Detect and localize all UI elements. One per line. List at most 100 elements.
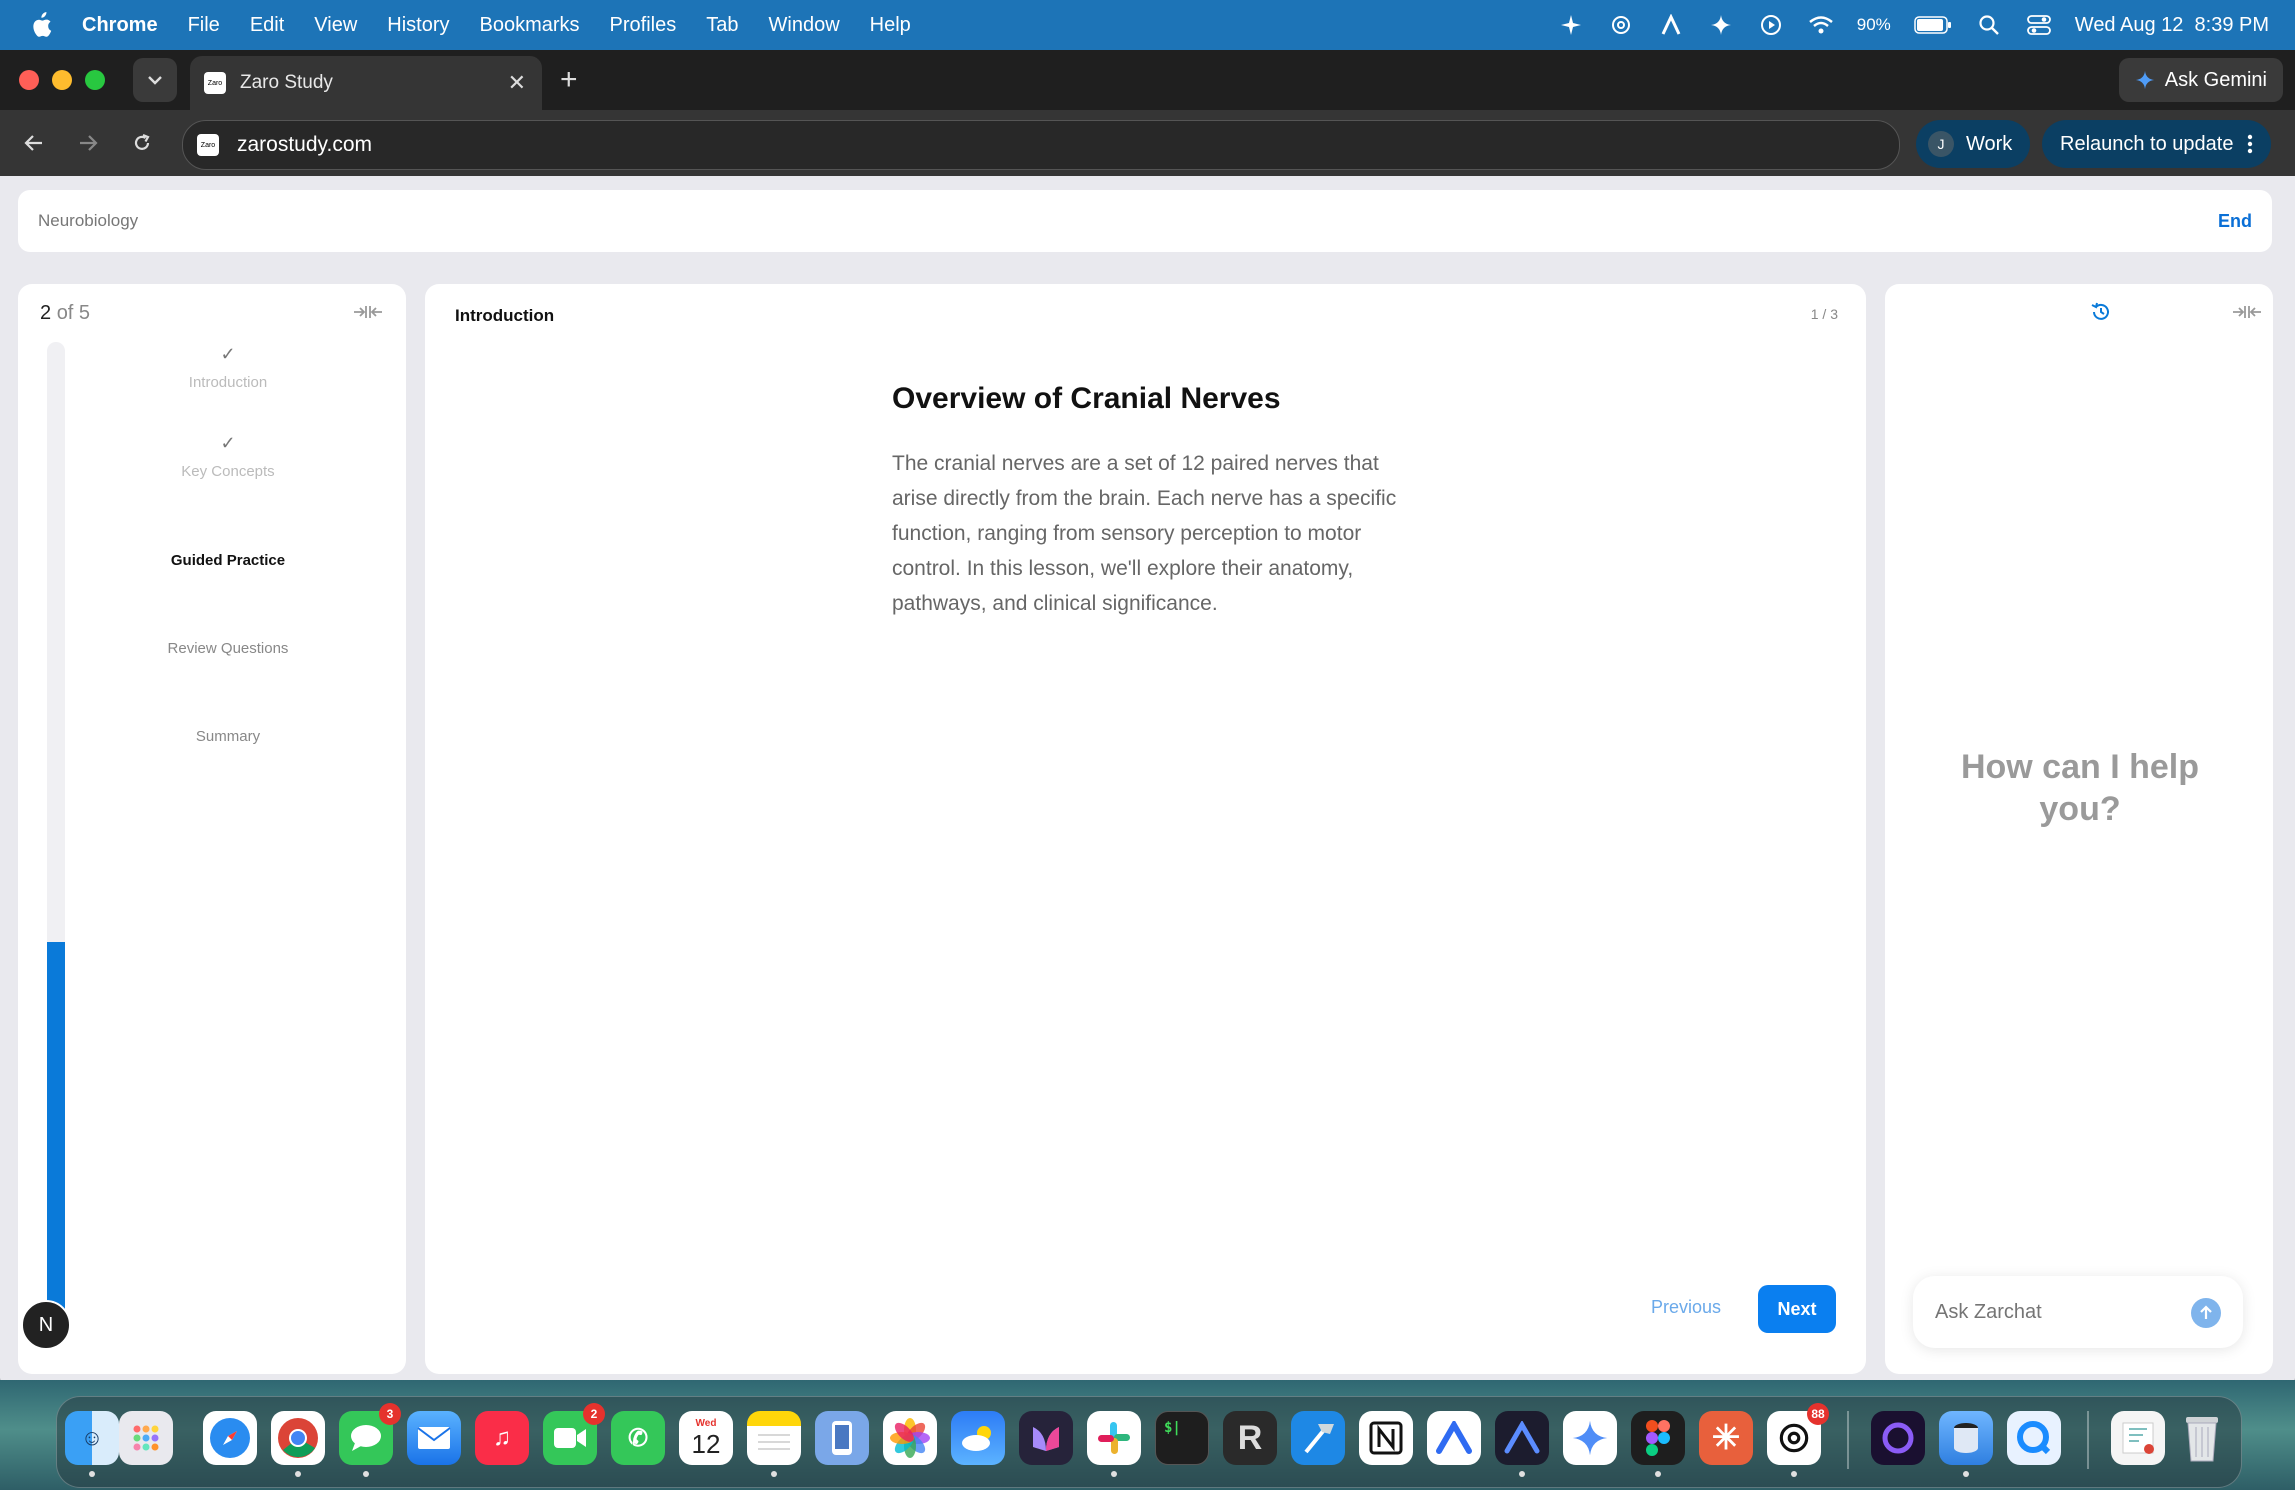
obsidian-icon[interactable] <box>1019 1411 1073 1465</box>
arc-icon[interactable] <box>1427 1411 1481 1465</box>
screen-recorder-icon[interactable] <box>1871 1411 1925 1465</box>
menu-app-name[interactable]: Chrome <box>82 14 173 37</box>
chatgpt-icon[interactable]: 88 <box>1767 1403 1829 1477</box>
previous-button[interactable]: Previous <box>1651 1297 1721 1318</box>
back-button[interactable] <box>14 123 54 163</box>
step-introduction[interactable]: ✓ Introduction <box>78 344 378 391</box>
mail-icon[interactable] <box>407 1411 461 1465</box>
wifi-icon[interactable] <box>1807 11 1835 39</box>
weather-icon[interactable] <box>951 1411 1005 1465</box>
profile-button[interactable]: J Work <box>1916 120 2031 168</box>
gemini-app-icon[interactable] <box>1563 1411 1617 1465</box>
chat-input-box <box>1913 1276 2243 1348</box>
check-placeholder <box>78 522 378 546</box>
next-button[interactable]: Next <box>1758 1285 1836 1333</box>
step-key-concepts[interactable]: ✓ Key Concepts <box>78 433 378 480</box>
simulator-icon[interactable] <box>815 1411 869 1465</box>
messages-icon[interactable]: 3 <box>339 1403 401 1477</box>
menu-profiles[interactable]: Profiles <box>595 14 692 37</box>
chrome-icon[interactable] <box>271 1411 325 1477</box>
collapse-chat-button[interactable] <box>2231 300 2263 324</box>
profile-avatar: J <box>1928 131 1954 157</box>
lesson-heading: Overview of Cranial Nerves <box>892 382 1281 415</box>
menu-window[interactable]: Window <box>754 14 855 37</box>
tab-zaro-study[interactable]: Zaro Zaro Study ✕ <box>190 56 542 110</box>
step-review-questions[interactable]: Review Questions <box>78 610 378 657</box>
dock-separator <box>2087 1411 2089 1469</box>
menu-help[interactable]: Help <box>855 14 926 37</box>
spotlight-search-icon[interactable] <box>1975 11 2003 39</box>
relaunch-to-update-button[interactable]: Relaunch to update <box>2042 120 2272 168</box>
slack-icon[interactable] <box>1087 1411 1141 1477</box>
menu-clock[interactable]: Wed Aug 12 8:39 PM <box>2075 14 2269 37</box>
more-vertical-icon <box>2248 134 2253 154</box>
safari-icon[interactable] <box>203 1411 257 1465</box>
arc-app-icon[interactable] <box>1657 11 1685 39</box>
sparkle-icon[interactable] <box>1557 11 1585 39</box>
address-bar[interactable]: Zaro zarostudy.com <box>182 120 1900 170</box>
control-center-icon[interactable] <box>2025 11 2053 39</box>
raycast-r-icon[interactable]: R <box>1223 1411 1277 1465</box>
reload-button[interactable] <box>122 123 162 163</box>
phone-icon[interactable]: ✆ <box>611 1411 665 1465</box>
quicktime-icon[interactable] <box>2007 1411 2061 1465</box>
calendar-day: 12 <box>691 1429 721 1459</box>
chat-panel: How can I help you? <box>1885 284 2273 1374</box>
menu-edit[interactable]: Edit <box>235 14 299 37</box>
url-text[interactable]: zarostudy.com <box>237 133 372 157</box>
user-avatar[interactable]: N <box>21 1300 71 1350</box>
play-circle-icon[interactable] <box>1757 11 1785 39</box>
facetime-icon[interactable]: 2 <box>543 1403 605 1465</box>
page-indicator: 1 / 3 <box>1810 306 1838 322</box>
step-summary[interactable]: Summary <box>78 698 378 745</box>
xcode-icon[interactable] <box>1291 1411 1345 1465</box>
send-button[interactable] <box>2191 1298 2221 1328</box>
menu-bookmarks[interactable]: Bookmarks <box>465 14 595 37</box>
collapse-outline-button[interactable] <box>352 300 384 324</box>
battery-icon[interactable] <box>1913 11 1953 39</box>
menu-file[interactable]: File <box>173 14 235 37</box>
close-tab-icon[interactable]: ✕ <box>508 70 526 96</box>
profile-name: Work <box>1966 132 2013 155</box>
music-icon[interactable]: ♫ <box>475 1411 529 1465</box>
photos-icon[interactable] <box>883 1411 937 1465</box>
forward-button[interactable] <box>68 123 108 163</box>
menu-view[interactable]: View <box>299 14 372 37</box>
zoom-window-button[interactable] <box>85 70 105 90</box>
arrow-up-icon <box>2200 1305 2212 1319</box>
lesson-content-panel: Introduction 1 / 3 Overview of Cranial N… <box>425 284 1866 1374</box>
notes-icon[interactable] <box>747 1411 801 1477</box>
launchpad-icon[interactable] <box>119 1411 173 1465</box>
site-favicon: Zaro <box>197 134 219 156</box>
lesson-body: The cranial nerves are a set of 12 paire… <box>892 452 1397 615</box>
minimize-window-button[interactable] <box>52 70 72 90</box>
claude-icon[interactable]: ✳ <box>1699 1411 1753 1465</box>
menu-tab[interactable]: Tab <box>691 14 753 37</box>
end-session-button[interactable]: End <box>2218 211 2252 232</box>
gemini-menu-icon[interactable] <box>1707 11 1735 39</box>
menu-history[interactable]: History <box>372 14 464 37</box>
trash-icon[interactable] <box>2175 1411 2229 1465</box>
apple-icon[interactable] <box>30 11 56 39</box>
step-label: Introduction <box>188 374 268 391</box>
close-window-button[interactable] <box>19 70 39 90</box>
step-guided-practice[interactable]: Guided Practice <box>78 522 378 569</box>
notion-icon[interactable] <box>1359 1411 1413 1465</box>
tab-search-button[interactable] <box>133 58 177 102</box>
finder-icon[interactable]: ☺ <box>65 1411 119 1477</box>
collapse-arrows-icon <box>2233 306 2261 318</box>
web-page: Neurobiology End 2 of 5 ✓ Introduction ✓… <box>0 176 2295 1392</box>
chat-history-button[interactable] <box>2085 300 2117 324</box>
browser-window: Zaro Zaro Study ✕ + Ask Gemini Zaro zaro… <box>0 50 2295 1392</box>
chat-input[interactable] <box>1933 1299 2187 1325</box>
arc-alt-icon[interactable] <box>1495 1411 1549 1477</box>
downloads-folder-icon[interactable] <box>2111 1411 2165 1465</box>
calendar-icon[interactable]: Wed 12 <box>679 1411 733 1465</box>
figma-icon[interactable] <box>1631 1411 1685 1477</box>
ask-gemini-button[interactable]: Ask Gemini <box>2118 58 2283 102</box>
new-tab-button[interactable]: + <box>560 62 578 98</box>
disk-utility-icon[interactable] <box>1939 1411 1993 1477</box>
step-label: Review Questions <box>167 640 289 657</box>
openai-icon[interactable] <box>1607 11 1635 39</box>
terminal-icon[interactable]: $| <box>1155 1411 1209 1465</box>
